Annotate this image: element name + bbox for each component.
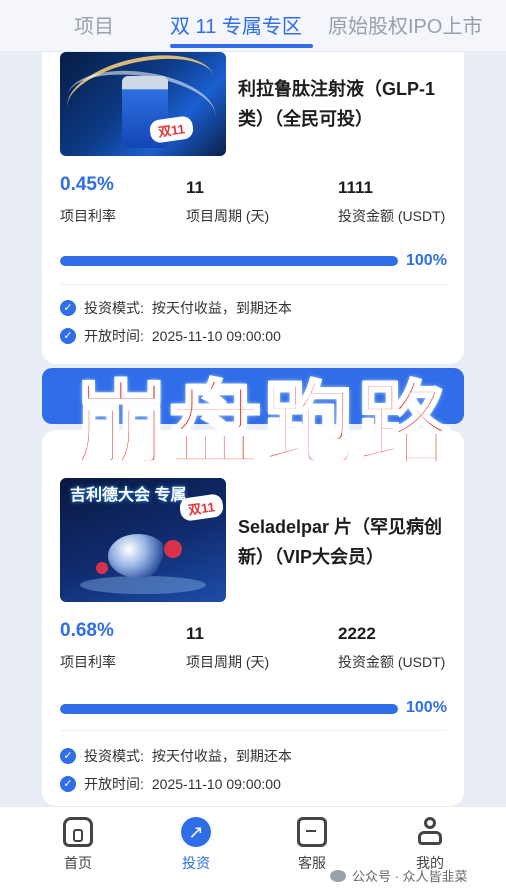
profile-icon xyxy=(415,817,445,847)
amount-value: 2222 xyxy=(338,624,376,643)
progress-fill xyxy=(60,704,398,714)
rate-value: 0.68% xyxy=(60,620,114,641)
product-name: 利拉鲁肽注射液（GLP-1 类）（全民可投） xyxy=(238,79,436,129)
period-label: 项目周期 (天) xyxy=(186,208,270,224)
product-thumbnail: 双11 xyxy=(60,52,226,156)
chat-icon xyxy=(297,817,327,847)
invest-icon: ↗ xyxy=(181,817,211,847)
open-value: 2025-11-10 09:00:00 xyxy=(151,328,281,344)
rate-value: 0.45% xyxy=(60,174,114,195)
open-value: 2025-11-10 09:00:00 xyxy=(151,776,281,792)
progress-bar xyxy=(60,256,398,266)
open-label: 开放时间: xyxy=(84,328,144,344)
rate-label: 项目利率 xyxy=(60,208,116,224)
progress-text: 100% xyxy=(406,252,447,269)
overlay-caption: 崩盘跑路 xyxy=(73,370,451,480)
product-card-2[interactable]: 吉利德大会 专属 双11 Seladelpar 片（罕见病创新）（VIP大会员）… xyxy=(42,430,464,806)
product-thumbnail: 吉利德大会 专属 双11 xyxy=(60,478,226,602)
product-card-1[interactable]: 双11 利拉鲁肽注射液（GLP-1 类）（全民可投） 0.45% 项目利率 11… xyxy=(42,52,464,364)
check-icon: ✓ xyxy=(60,328,76,344)
promo-badge: 双11 xyxy=(178,493,225,522)
nav-item-home[interactable]: 首页 xyxy=(38,817,118,873)
tab-double-11[interactable]: 双 11 专属专区 xyxy=(170,10,302,39)
invest-mode-row: ✓ 投资模式: 按天付收益，到期还本 xyxy=(60,746,292,766)
check-icon: ✓ xyxy=(60,748,76,764)
tab-ipo[interactable]: 原始股权IPO上市 xyxy=(328,10,506,39)
nav-item-me[interactable]: 我的 xyxy=(390,817,470,873)
nav-label: 首页 xyxy=(64,855,92,871)
home-icon xyxy=(63,817,93,847)
nav-label: 投资 xyxy=(182,855,210,871)
app-screen: 项目 双 11 专属专区 原始股权IPO上市 双11 利拉鲁肽注射液（GLP-1… xyxy=(0,0,506,896)
amount-value: 1111 xyxy=(338,178,374,197)
wechat-icon xyxy=(330,869,346,882)
period-value: 11 xyxy=(186,624,204,643)
amount-label: 投资金额 (USDT) xyxy=(338,654,446,670)
nav-item-invest[interactable]: ↗ 投资 xyxy=(156,817,236,873)
amount-label: 投资金额 (USDT) xyxy=(338,208,446,224)
mode-label: 投资模式: xyxy=(84,300,144,316)
watermark: 公众号 · 众人皆韭菜 xyxy=(330,866,468,885)
active-tab-indicator xyxy=(170,44,313,48)
top-tab-bar: 项目 双 11 专属专区 原始股权IPO上市 xyxy=(0,0,506,52)
thumbnail-title: 吉利德大会 专属 xyxy=(70,487,187,504)
atom-graphic xyxy=(96,562,108,574)
rate-label: 项目利率 xyxy=(60,654,116,670)
progress-text: 100% xyxy=(406,699,447,716)
open-time-row: ✓ 开放时间: 2025-11-10 09:00:00 xyxy=(60,774,281,794)
mode-value: 按天付收益，到期还本 xyxy=(151,748,292,764)
product-name: Seladelpar 片（罕见病创新）（VIP大会员） xyxy=(238,517,443,567)
molecule-graphic xyxy=(108,534,168,578)
platform-graphic xyxy=(80,576,206,594)
progress-bar xyxy=(60,704,398,714)
open-label: 开放时间: xyxy=(84,776,144,792)
divider xyxy=(60,730,446,731)
period-label: 项目周期 (天) xyxy=(186,654,270,670)
atom-graphic xyxy=(164,540,182,558)
progress-fill xyxy=(60,256,398,266)
watermark-text: 公众号 · 众人皆韭菜 xyxy=(352,869,468,884)
mode-value: 按天付收益，到期还本 xyxy=(151,300,292,316)
mode-label: 投资模式: xyxy=(84,748,144,764)
nav-item-service[interactable]: 客服 xyxy=(272,817,352,873)
invest-mode-row: ✓ 投资模式: 按天付收益，到期还本 xyxy=(60,298,292,318)
check-icon: ✓ xyxy=(60,776,76,792)
open-time-row: ✓ 开放时间: 2025-11-10 09:00:00 xyxy=(60,326,281,346)
check-icon: ✓ xyxy=(60,300,76,316)
period-value: 11 xyxy=(186,178,204,197)
divider xyxy=(60,284,446,285)
tab-projects[interactable]: 项目 xyxy=(74,10,114,39)
